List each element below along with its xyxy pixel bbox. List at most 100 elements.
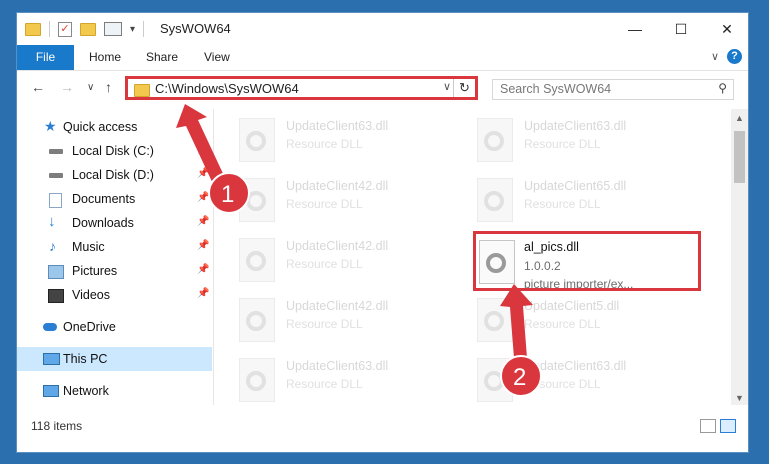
- sidebar-item-label: Downloads: [72, 216, 134, 230]
- status-bar: 118 items: [17, 411, 748, 439]
- file-item[interactable]: UpdateClient63.dll Resource DLL: [467, 354, 687, 405]
- scroll-up-arrow-icon[interactable]: ▲: [735, 113, 744, 123]
- sidebar-item-label: Local Disk (C:): [72, 144, 154, 158]
- documents-icon: [49, 193, 62, 208]
- sidebar-item-label: Music: [72, 240, 105, 254]
- sidebar-item-music[interactable]: ♪ Music 📌: [17, 235, 212, 259]
- refresh-button[interactable]: ↻: [453, 79, 475, 97]
- file-description: Resource DLL: [524, 317, 601, 331]
- gear-icon: [246, 191, 266, 211]
- pictures-icon: [48, 265, 64, 279]
- large-icons-view-icon[interactable]: [720, 419, 736, 433]
- sidebar-item-onedrive[interactable]: OneDrive: [17, 315, 212, 339]
- file-item[interactable]: UpdateClient42.dll Resource DLL: [229, 294, 449, 350]
- file-item[interactable]: UpdateClient65.dll Resource DLL: [467, 174, 687, 230]
- back-button[interactable]: ←: [31, 79, 45, 95]
- sidebar-item-label: Pictures: [72, 264, 118, 278]
- file-name: UpdateClient42.dll: [286, 299, 389, 313]
- pin-icon: 📌: [197, 216, 210, 227]
- properties-icon[interactable]: [104, 22, 122, 36]
- scroll-down-arrow-icon[interactable]: ▼: [735, 393, 744, 403]
- pin-icon: 📌: [197, 144, 210, 155]
- file-description: Resource DLL: [524, 197, 601, 211]
- file-name: UpdateClient63.dll: [524, 359, 627, 373]
- dll-file-icon: [477, 178, 513, 222]
- drive-icon: [49, 149, 63, 154]
- address-dropdown-icon[interactable]: ∨: [443, 80, 451, 93]
- file-item[interactable]: UpdateClient42.dll Resource DLL: [229, 174, 449, 230]
- properties-check-icon[interactable]: ✓: [58, 21, 72, 37]
- file-name: UpdateClient65.dll: [524, 179, 627, 193]
- file-description: Resource DLL: [286, 317, 363, 331]
- pane-divider[interactable]: [213, 109, 214, 405]
- search-input[interactable]: Search SysWOW64 ⚲: [492, 79, 734, 100]
- vertical-scrollbar[interactable]: ▲ ▼: [731, 109, 748, 405]
- maximize-button[interactable]: ☐: [658, 13, 704, 45]
- pin-icon: 📌: [197, 168, 210, 179]
- dll-file-icon: [239, 178, 275, 222]
- network-icon: [43, 385, 59, 397]
- help-icon[interactable]: ?: [727, 49, 742, 64]
- sidebar-item-label: Network: [63, 384, 109, 398]
- address-path[interactable]: C:\Windows\SysWOW64: [155, 81, 299, 96]
- gear-icon: [484, 371, 504, 391]
- sidebar-item-label: Videos: [72, 288, 110, 302]
- sidebar-item-label: Local Disk (D:): [72, 168, 154, 182]
- dll-file-icon: [239, 238, 275, 282]
- pin-icon: 📌: [197, 288, 210, 299]
- file-name: UpdateClient63.dll: [286, 359, 389, 373]
- item-count: 118 items: [31, 419, 83, 433]
- ribbon-tabs: File Home Share View ∨ ?: [17, 45, 748, 71]
- toolbar-divider: [49, 21, 50, 37]
- sidebar-item-documents[interactable]: Documents 📌: [17, 187, 212, 211]
- dll-file-icon: [477, 358, 513, 402]
- toolbar-divider: [143, 21, 145, 37]
- search-icon[interactable]: ⚲: [718, 81, 727, 95]
- file-item[interactable]: UpdateClient5.dll Resource DLL: [467, 294, 687, 350]
- computer-icon: [43, 353, 60, 365]
- sidebar-item-quick-access[interactable]: ★ Quick access: [17, 115, 212, 139]
- forward-button[interactable]: →: [60, 79, 74, 95]
- folder-icon: [134, 84, 150, 97]
- file-item[interactable]: UpdateClient63.dll Resource DLL: [229, 114, 449, 170]
- gear-icon: [246, 311, 266, 331]
- tab-share[interactable]: Share: [146, 45, 178, 70]
- customize-toolbar-icon[interactable]: ▾: [130, 24, 135, 35]
- sidebar-item-this-pc[interactable]: This PC: [17, 347, 212, 371]
- file-description: Resource DLL: [524, 377, 601, 391]
- expand-ribbon-icon[interactable]: ∨: [711, 50, 719, 63]
- tab-home[interactable]: Home: [89, 45, 121, 70]
- gear-icon: [246, 251, 266, 271]
- minimize-button[interactable]: —: [612, 13, 658, 45]
- new-folder-icon[interactable]: [80, 22, 96, 36]
- drive-icon: [49, 173, 63, 178]
- sidebar-item-pictures[interactable]: Pictures 📌: [17, 259, 212, 283]
- title-bar: ✓ ▾ SysWOW64 — ☐ ✕: [17, 13, 748, 45]
- file-name: UpdateClient42.dll: [286, 239, 389, 253]
- file-item[interactable]: UpdateClient63.dll Resource DLL: [467, 114, 687, 170]
- sidebar-item-label: This PC: [63, 352, 108, 366]
- file-item[interactable]: UpdateClient42.dll Resource DLL: [229, 234, 449, 290]
- recent-locations-button[interactable]: ∨: [87, 82, 94, 93]
- sidebar-item-downloads[interactable]: ↓ Downloads 📌: [17, 211, 212, 235]
- file-description: Resource DLL: [286, 377, 363, 391]
- dll-file-icon: [477, 298, 513, 342]
- file-description: Resource DLL: [286, 257, 363, 271]
- tab-view[interactable]: View: [204, 45, 230, 70]
- file-name: UpdateClient63.dll: [286, 119, 389, 133]
- gear-icon: [246, 131, 266, 151]
- tab-file[interactable]: File: [17, 45, 74, 70]
- sidebar-item-network[interactable]: Network: [17, 379, 212, 403]
- gear-icon: [484, 131, 504, 151]
- pin-icon: 📌: [197, 240, 210, 251]
- sidebar-item-local-disk-c[interactable]: Local Disk (C:) 📌: [17, 139, 212, 163]
- scrollbar-thumb[interactable]: [734, 131, 745, 183]
- up-button[interactable]: ↑: [105, 79, 112, 95]
- file-item[interactable]: UpdateClient63.dll Resource DLL: [229, 354, 449, 405]
- address-bar[interactable]: C:\Windows\SysWOW64 ∨ ↻: [125, 76, 478, 100]
- sidebar-item-local-disk-d[interactable]: Local Disk (D:) 📌: [17, 163, 212, 187]
- close-button[interactable]: ✕: [704, 13, 748, 45]
- details-view-icon[interactable]: [700, 419, 716, 433]
- sidebar-item-videos[interactable]: Videos 📌: [17, 283, 212, 307]
- dll-file-icon: [477, 118, 513, 162]
